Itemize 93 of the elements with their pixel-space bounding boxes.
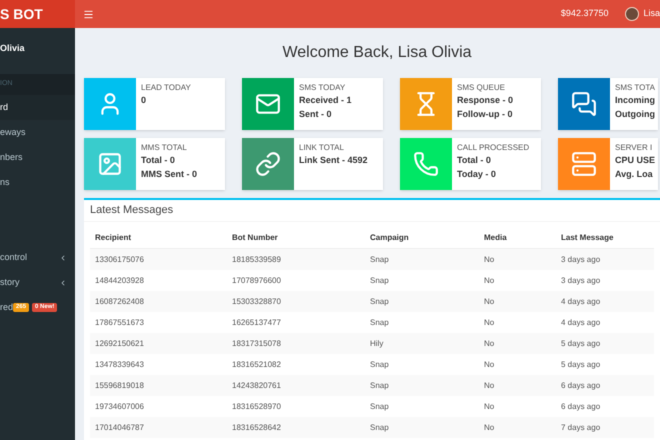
column-header: Recipient (94, 232, 132, 244)
stat-title: SERVER I (615, 142, 654, 153)
table-cell-text: Hily (369, 338, 384, 350)
table-cell-text: Snap (369, 422, 390, 434)
stat-value: CPU USE (615, 154, 656, 167)
table-cell-text: 6 days ago (560, 380, 602, 392)
table-cell-text: Snap (369, 316, 390, 328)
table-cell-text: No (483, 254, 496, 266)
column-header: Campaign (369, 232, 410, 244)
sidebar-item[interactable]: ns (0, 170, 75, 195)
stat-value: Incoming (615, 94, 656, 107)
image-icon (97, 151, 123, 177)
column-header: Last Message (560, 232, 614, 244)
table-cell-text: 18317315078 (231, 338, 282, 350)
table-cell-text: 6 days ago (560, 400, 602, 412)
stat-title: SMS TOTA (615, 82, 656, 93)
table-cell-text: 13306175076 (94, 254, 145, 266)
stat-title: LEAD TODAY (141, 82, 191, 93)
table-cell-text: 17014046787 (94, 422, 145, 434)
sidebar-item[interactable]: control (0, 245, 75, 270)
table-cell-text: 16087262408 (94, 296, 145, 308)
table-cell-text: No (483, 338, 496, 350)
table-cell-text: 13478339643 (94, 358, 145, 370)
chat-bubbles-icon (571, 91, 597, 117)
balance-text: $942.37750 (560, 7, 608, 20)
stat-value: MMS Sent - 0 (141, 168, 198, 181)
table-cell-text: No (483, 296, 496, 308)
table-cell-text: 19734607006 (94, 400, 145, 412)
table-cell-text: 14243820761 (231, 380, 282, 392)
chevron-icon (59, 278, 67, 286)
table-cell-text: 17867551673 (94, 316, 145, 328)
server-icon (571, 151, 597, 177)
table-cell-text: 5 days ago (560, 358, 602, 370)
stat-value: Today - 0 (457, 168, 497, 181)
table-cell-text: Snap (369, 274, 390, 286)
phone-icon (413, 151, 439, 177)
sidebar-item[interactable]: rd (0, 95, 75, 120)
table-cell-text: No (483, 400, 496, 412)
table-cell-text: No (483, 422, 496, 434)
menu-icon[interactable] (83, 8, 94, 20)
chevron-icon (59, 254, 67, 262)
table-cell-text: 18185339589 (231, 254, 282, 266)
table-cell-text: 14844203928 (94, 274, 145, 286)
stat-value: Sent - 0 (299, 108, 333, 121)
table-cell-text: 15596819018 (94, 380, 145, 392)
table-cell-text: 4 days ago (560, 296, 602, 308)
column-header: Media (483, 232, 508, 244)
table-cell-text: No (483, 380, 496, 392)
stat-title: LINK TOTAL (299, 142, 345, 153)
stat-value: Link Sent - 4592 (299, 154, 368, 167)
stat-value: 0 (141, 94, 148, 107)
avatar[interactable] (625, 7, 640, 21)
table-cell-text: 17078976600 (231, 274, 282, 286)
table-cell-text: 18316528642 (231, 422, 282, 434)
user-name[interactable]: Lisa (643, 7, 660, 21)
table-cell-text: Snap (369, 296, 390, 308)
table-cell-text: Snap (369, 400, 390, 412)
table-cell-text: 18316528970 (231, 400, 282, 412)
stat-value: Response - 0 (457, 94, 514, 107)
stat-value: Total - 0 (457, 154, 492, 167)
stat-title: MMS TOTAL (141, 142, 188, 153)
link-icon (255, 151, 281, 177)
welcome-title: Welcome Back, Lisa Olivia (281, 43, 473, 63)
column-header: Bot Number (231, 232, 279, 244)
table-cell-text: 16265137477 (231, 316, 282, 328)
table-cell-text: Snap (369, 380, 390, 392)
stat-value: Follow-up - 0 (457, 108, 514, 121)
table-cell-text: No (483, 358, 496, 370)
stat-title: SMS TODAY (299, 82, 346, 93)
sidebar-item[interactable]: nbers (0, 145, 75, 170)
table-cell-text: 3 days ago (560, 274, 602, 286)
stat-value: Outgoing (615, 108, 656, 121)
table-cell-text: 15303328870 (231, 296, 282, 308)
table-cell-text: 18316521082 (231, 358, 282, 370)
table-cell-text: No (483, 316, 496, 328)
logo[interactable]: S BOT (0, 0, 75, 28)
table-cell-text: No (483, 274, 496, 286)
sidebar-user-name: Olivia (0, 43, 25, 53)
stat-title: CALL PROCESSED (457, 142, 530, 153)
sidebar-item[interactable]: story (0, 270, 75, 295)
sidebar-item[interactable]: eways (0, 120, 75, 145)
stat-value: Total - 0 (141, 154, 176, 167)
table-cell-text: 12692150621 (94, 338, 145, 350)
stat-value: Received - 1 (299, 94, 352, 107)
table-cell-text: 4 days ago (560, 316, 602, 328)
stat-value: Avg. Loa (615, 168, 654, 181)
table-cell-text: 5 days ago (560, 338, 602, 350)
table-cell-text: 3 days ago (560, 254, 602, 266)
panel-title: Latest Messages (90, 203, 174, 218)
table-cell-text: Snap (369, 358, 390, 370)
table-cell-text: 7 days ago (560, 422, 602, 434)
table-cell-text: Snap (369, 254, 390, 266)
stat-title: SMS QUEUE (457, 82, 506, 93)
